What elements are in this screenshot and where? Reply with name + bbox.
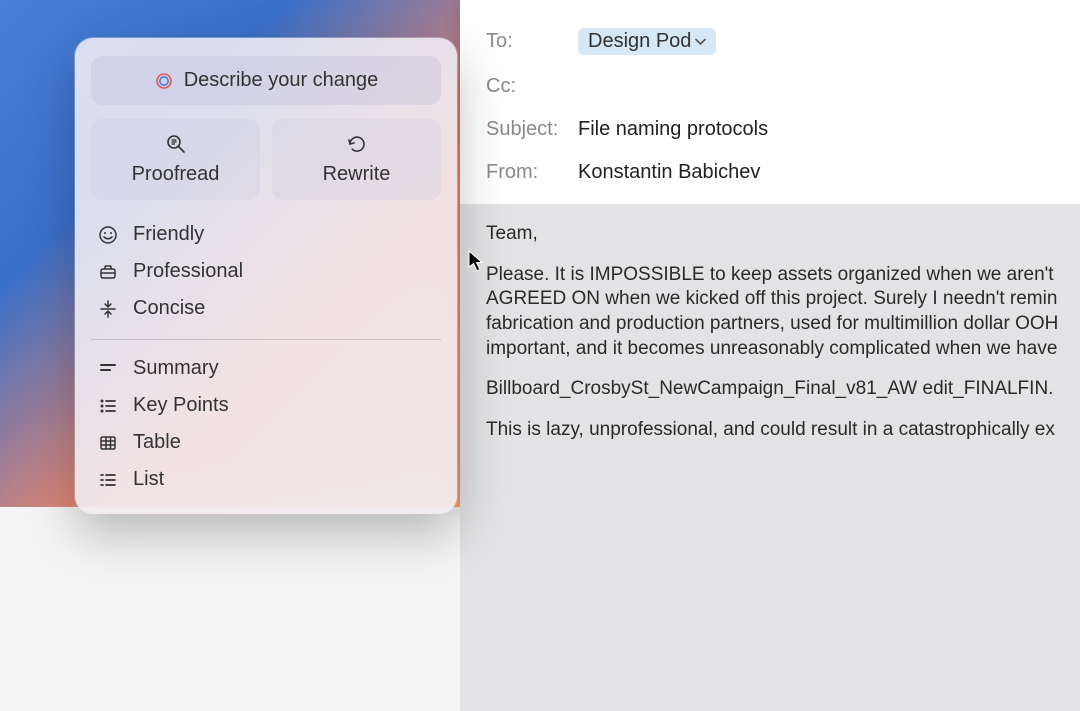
tone-list: Friendly Professional: [91, 216, 441, 340]
format-keypoints[interactable]: Key Points: [91, 387, 441, 424]
briefcase-icon: [97, 262, 119, 282]
format-table[interactable]: Table: [91, 424, 441, 461]
format-label: Table: [133, 431, 181, 454]
email-compose-window: To: Design Pod Cc: Subject: File naming …: [460, 0, 1080, 507]
rewrite-icon: [346, 133, 368, 155]
format-list[interactable]: List: [91, 461, 441, 498]
format-label: Summary: [133, 357, 219, 380]
tone-label: Professional: [133, 260, 243, 283]
smile-icon: [97, 225, 119, 245]
magnifier-icon: [165, 133, 187, 155]
tone-concise[interactable]: Concise: [91, 290, 441, 327]
tone-label: Friendly: [133, 223, 204, 246]
bullets-icon: [97, 396, 119, 416]
format-summary[interactable]: Summary: [91, 350, 441, 387]
body-greeting: Team,: [486, 222, 1080, 247]
sparkle-icon: [154, 71, 174, 91]
table-icon: [97, 433, 119, 453]
tone-professional[interactable]: Professional: [91, 253, 441, 290]
body-paragraph-2: Billboard_CrosbySt_NewCampaign_Final_v81…: [486, 377, 1080, 402]
proofread-label: Proofread: [132, 163, 220, 186]
describe-change-label: Describe your change: [184, 69, 379, 92]
format-label: List: [133, 468, 164, 491]
format-list: Summary Key Points: [91, 350, 441, 498]
list-icon: [97, 470, 119, 490]
subject-value: File naming protocols: [578, 118, 768, 141]
body-paragraph-1: Please. It is IMPOSSIBLE to keep assets …: [486, 263, 1080, 362]
chevron-down-icon: [695, 38, 706, 46]
compress-icon: [97, 299, 119, 319]
subject-label: Subject:: [486, 118, 578, 141]
to-row: To: Design Pod: [486, 18, 1080, 65]
subject-row[interactable]: Subject: File naming protocols: [486, 108, 1080, 151]
email-header: To: Design Pod Cc: Subject: File naming …: [460, 0, 1080, 194]
recipient-name: Design Pod: [588, 30, 691, 53]
writing-tools-panel: Describe your change Proofread: [75, 38, 457, 514]
summary-icon: [97, 359, 119, 379]
format-label: Key Points: [133, 394, 229, 417]
rewrite-label: Rewrite: [323, 163, 391, 186]
rewrite-button[interactable]: Rewrite: [272, 119, 441, 200]
from-row: From: Konstantin Babichev: [486, 151, 1080, 194]
to-label: To:: [486, 30, 578, 53]
from-label: From:: [486, 161, 578, 184]
tone-friendly[interactable]: Friendly: [91, 216, 441, 253]
proofread-button[interactable]: Proofread: [91, 119, 260, 200]
tone-label: Concise: [133, 297, 205, 320]
cc-row[interactable]: Cc:: [486, 65, 1080, 108]
email-body[interactable]: Team, Please. It is IMPOSSIBLE to keep a…: [460, 204, 1080, 711]
describe-change-button[interactable]: Describe your change: [91, 56, 441, 105]
from-value: Konstantin Babichev: [578, 161, 760, 184]
cc-label: Cc:: [486, 75, 578, 98]
body-paragraph-3: This is lazy, unprofessional, and could …: [486, 418, 1080, 443]
recipient-chip[interactable]: Design Pod: [578, 28, 716, 55]
tool-row: Proofread Rewrite: [91, 119, 441, 200]
